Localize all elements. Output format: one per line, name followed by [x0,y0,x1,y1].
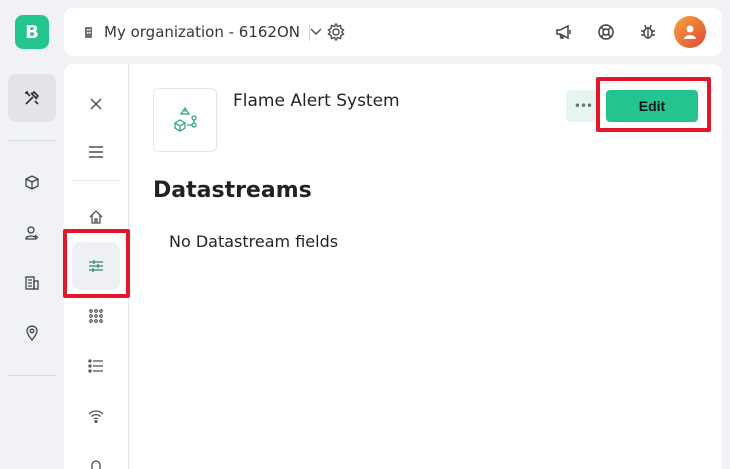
subnav-item-events[interactable] [72,342,120,390]
cube-icon [25,175,39,190]
report-bug-button[interactable] [632,16,664,48]
empty-state-text: No Datastream fields [169,232,339,251]
rail-item-users[interactable] [8,209,56,257]
section-title: Datastreams [153,178,312,203]
app-logo[interactable]: B [15,15,49,49]
subnav-item-connectivity[interactable] [72,392,120,440]
hamburger-icon [89,146,103,158]
rail-item-products[interactable] [8,159,56,207]
app-rail: B [0,0,64,469]
subnav-item-notifications[interactable] [72,442,120,469]
announcements-button[interactable] [548,16,580,48]
user-avatar-icon [684,25,696,39]
page-title: Flame Alert System [233,91,400,111]
subnav-item-datastreams[interactable] [72,242,120,290]
menu-toggle-button[interactable] [72,128,120,176]
divider [309,25,310,41]
bell-icon [91,460,101,469]
close-button[interactable] [72,80,120,128]
org-name: My organization - 6162ON [104,23,301,41]
top-bar: My organization - 6162ON [64,8,722,56]
lifebuoy-icon [598,24,614,40]
subnav-item-home[interactable] [72,193,120,241]
megaphone-icon [556,24,571,40]
main-panel: Flame Alert System ••• Edit Datastreams … [64,64,722,469]
user-icon [25,226,39,240]
location-pin-icon [26,325,38,342]
home-icon [89,210,103,224]
rail-item-organizations[interactable] [8,259,56,307]
subnav-item-dashboard[interactable] [72,292,120,340]
building-icon [85,27,92,38]
org-settings-button[interactable] [326,22,346,46]
tools-icon [25,90,40,105]
bug-icon [641,24,655,39]
template-image [153,88,217,152]
datastreams-icon [89,260,103,272]
gear-icon [327,22,345,42]
wifi-icon [88,410,104,423]
list-icon [88,359,103,373]
avatar[interactable] [674,16,706,48]
device-subnav [64,64,129,469]
edit-button[interactable]: Edit [606,90,698,122]
org-selector[interactable]: My organization - 6162ON [82,8,322,56]
rail-item-tools[interactable] [8,74,56,122]
chevron-down-icon [310,28,322,35]
device-template-icon [174,106,197,132]
grid-icon [89,309,103,323]
more-options-button[interactable]: ••• [566,90,600,122]
rail-item-locations[interactable] [8,309,56,357]
template-content: Flame Alert System ••• Edit Datastreams … [129,64,722,469]
close-icon [90,98,102,110]
help-button[interactable] [590,16,622,48]
building-icon [25,276,39,290]
